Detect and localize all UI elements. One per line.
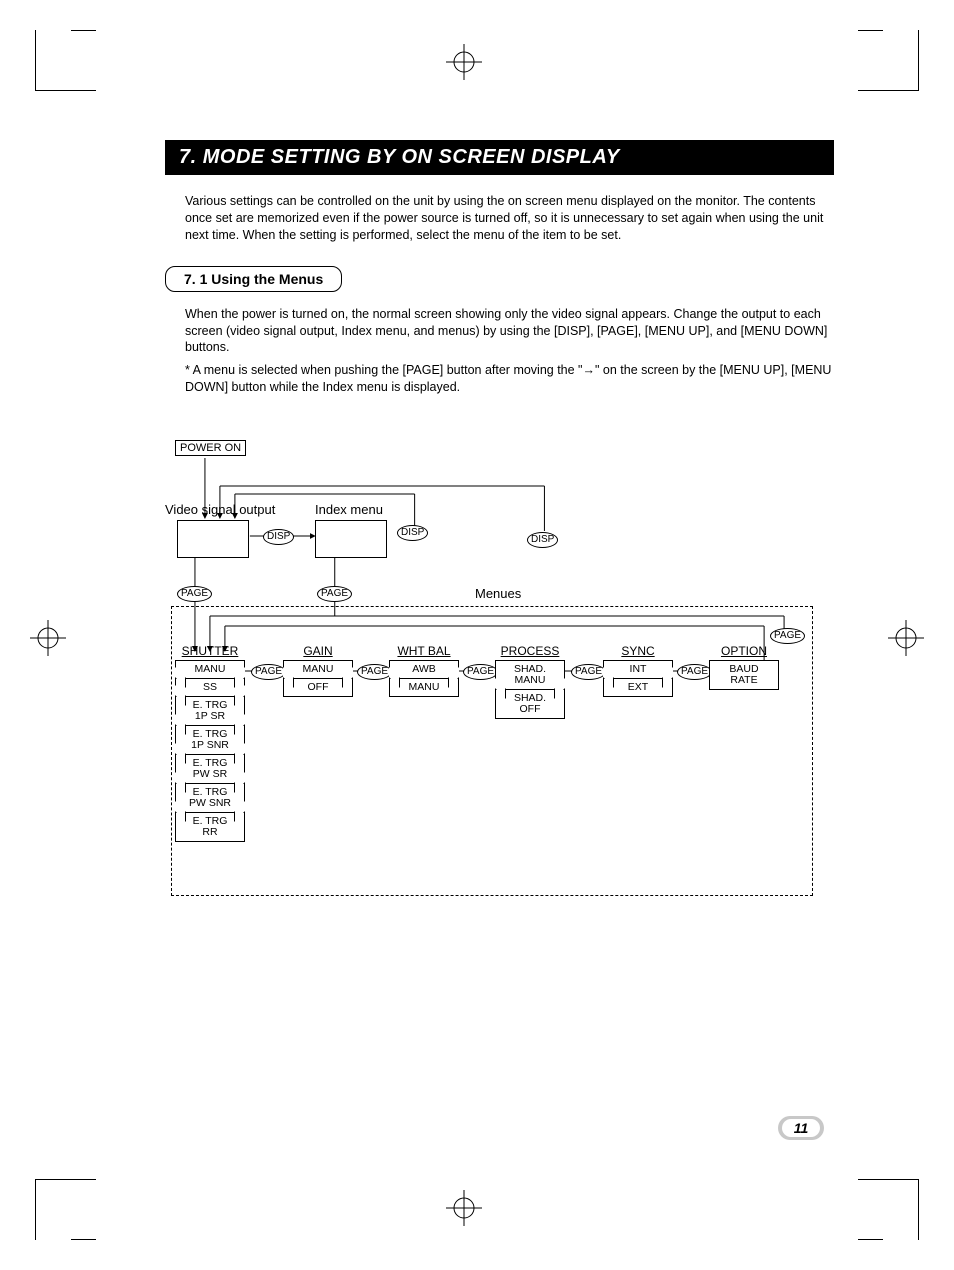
section-heading: 7. MODE SETTING BY ON SCREEN DISPLAY xyxy=(165,140,834,175)
menu-option: E. TRGPW SNR xyxy=(175,783,245,812)
page-button-icon: PAGE xyxy=(317,586,352,602)
menu-head: OPTION xyxy=(709,644,779,658)
menu-option: BAUDRATE xyxy=(709,660,779,690)
menu-option: E. TRGPW SR xyxy=(175,754,245,783)
menu-option: MANU xyxy=(175,660,245,678)
index-box xyxy=(315,520,387,558)
menu-option: SS xyxy=(175,678,245,696)
page-button-icon: PAGE xyxy=(463,664,498,680)
crop-mark xyxy=(858,30,919,91)
page-button-icon: PAGE xyxy=(357,664,392,680)
menues-label: Menues xyxy=(475,586,521,601)
process-column: PROCESS SHAD.MANU SHAD.OFF xyxy=(495,644,565,719)
disp-button-icon: DISP xyxy=(397,525,428,541)
menu-option: E. TRG1P SNR xyxy=(175,725,245,754)
option-column: OPTION BAUDRATE xyxy=(709,644,779,690)
menu-option: E. TRGRR xyxy=(175,812,245,842)
page-button-icon: PAGE xyxy=(177,586,212,602)
page-number: 11 xyxy=(778,1116,824,1140)
index-menu-label: Index menu xyxy=(315,502,383,517)
video-box xyxy=(177,520,249,558)
page-button-icon: PAGE xyxy=(251,664,286,680)
disp-button-icon: DISP xyxy=(527,532,558,548)
crop-mark xyxy=(35,30,96,91)
sync-column: SYNC INT EXT xyxy=(603,644,673,697)
shutter-column: SHUTTER MANU SS E. TRG1P SR E. TRG1P SNR… xyxy=(175,644,245,842)
page-button-icon: PAGE xyxy=(770,628,805,644)
menu-option: OFF xyxy=(283,678,353,697)
menu-option: E. TRG1P SR xyxy=(175,696,245,725)
whtbal-column: WHT BAL AWB MANU xyxy=(389,644,459,697)
crop-mark xyxy=(35,1179,96,1240)
menu-head: GAIN xyxy=(283,644,353,658)
menu-option: MANU xyxy=(389,678,459,697)
power-on-box: POWER ON xyxy=(175,440,246,456)
menu-head: SYNC xyxy=(603,644,673,658)
intro-paragraph: Various settings can be controlled on th… xyxy=(185,193,834,244)
menu-option: EXT xyxy=(603,678,673,697)
menu-option: SHAD.OFF xyxy=(495,689,565,719)
note-paragraph: * A menu is selected when pushing the [P… xyxy=(185,362,834,396)
registration-mark xyxy=(30,620,66,656)
menu-option: INT xyxy=(603,660,673,678)
menu-head: SHUTTER xyxy=(175,644,245,658)
subsection-paragraph: When the power is turned on, the normal … xyxy=(185,306,834,357)
crop-mark xyxy=(858,1179,919,1240)
menu-head: PROCESS xyxy=(495,644,565,658)
menu-head: WHT BAL xyxy=(389,644,459,658)
menu-option: SHAD.MANU xyxy=(495,660,565,689)
disp-button-icon: DISP xyxy=(263,529,294,545)
video-signal-label: Video signal output xyxy=(165,502,275,517)
registration-mark xyxy=(446,44,482,80)
registration-mark xyxy=(446,1190,482,1226)
page-button-icon: PAGE xyxy=(677,664,712,680)
subsection-heading: 7. 1 Using the Menus xyxy=(165,266,342,292)
registration-mark xyxy=(888,620,924,656)
menu-option: AWB xyxy=(389,660,459,678)
menu-option: MANU xyxy=(283,660,353,678)
page-button-icon: PAGE xyxy=(571,664,606,680)
flow-diagram: POWER ON Video signal output Index menu … xyxy=(165,436,834,936)
gain-column: GAIN MANU OFF xyxy=(283,644,353,697)
